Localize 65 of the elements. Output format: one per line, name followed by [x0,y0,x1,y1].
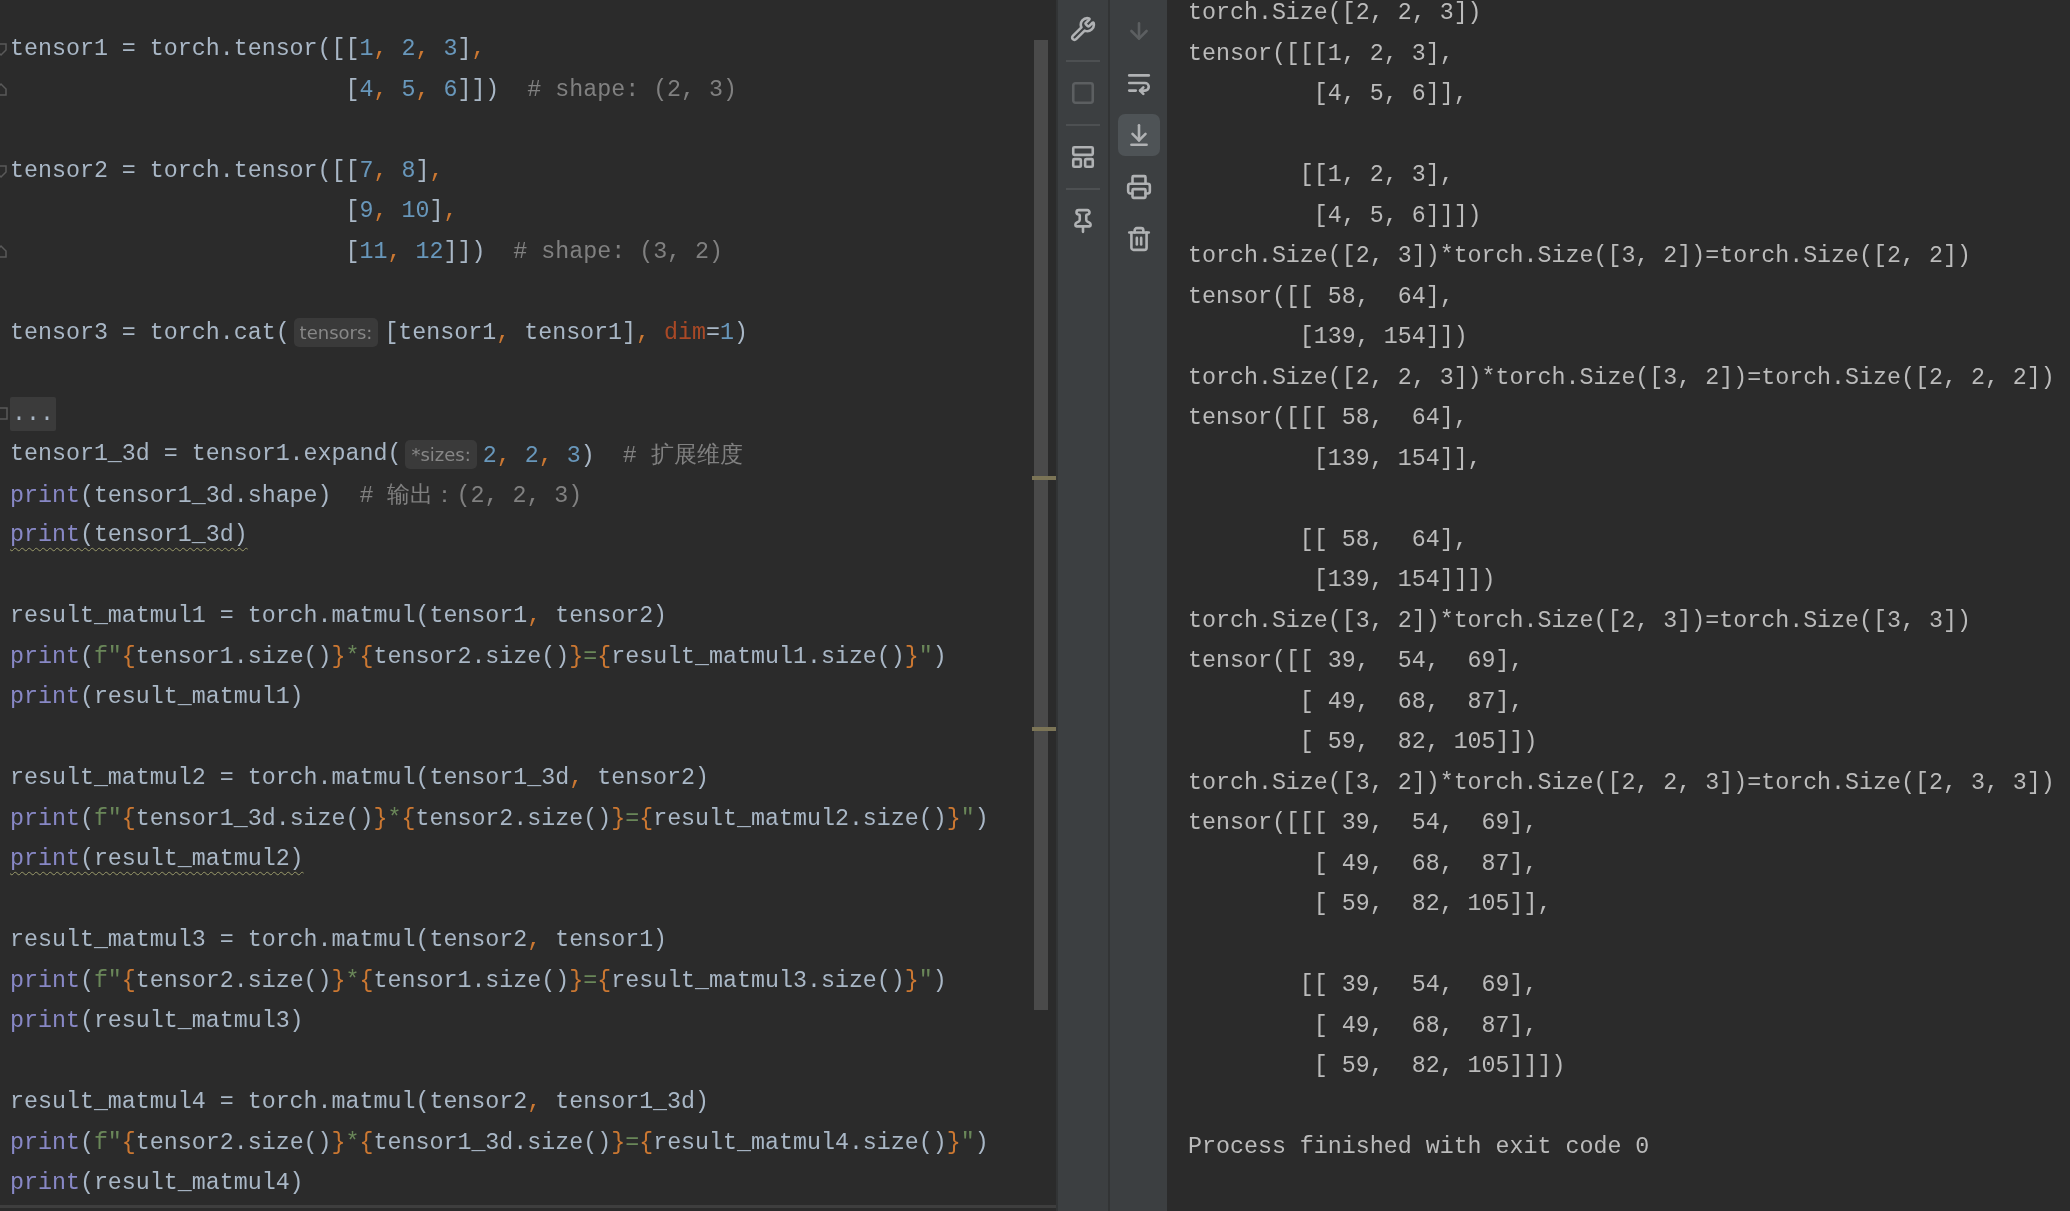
console-line: torch.Size([2, 2, 3]) [1188,0,1482,27]
folded-code-placeholder[interactable]: ... [10,396,56,431]
scroll-to-end-button[interactable] [1117,114,1160,156]
console-line: [[ 39, 54, 69], [1298,972,1538,999]
console-line: [139, 154]]) [1298,324,1468,351]
console-line: [[ 58, 64], [1298,526,1468,553]
code-text: print(result_matmul1) [10,684,304,711]
expand-icon[interactable] [0,406,10,421]
parameter-hint: *sizes: [405,439,477,469]
console-line: [[1, 2, 3], [1298,162,1454,189]
wrench-icon [1070,16,1097,42]
console-line: [139, 154]]]) [1312,567,1496,594]
code-text: [tensor1, tensor1], dim=1) [384,319,748,346]
code-text: result_matmul3 = torch.matmul(tensor2, tensor1) [10,927,668,954]
console-line: Process finished with exit code 0 [1188,1134,1650,1161]
code-text: print(f"{tensor2.size()}*{tensor1_3d.size()}={result_matmul4.size()}") [10,1129,989,1156]
code-text: tensor3 = torch.cat( [10,319,290,346]
fold-icon[interactable] [0,162,10,179]
fold-icon[interactable] [0,81,10,98]
console-line: [4, 5, 6]]]) [1312,202,1482,229]
code-text: print(f"{tensor1.size()}*{tensor2.size()}={result_matmul1.size()}") [10,643,947,670]
code-text: print(f"{tensor2.size()}*{tensor1.size()}={result_matmul3.size()}") [10,967,947,994]
console-line: tensor([[[ 39, 54, 69], [1188,810,1538,837]
code-text: print(tensor1_3d) [10,522,248,549]
layout-icon [1070,144,1097,170]
code-text: print(tensor1_3d.shape) # 输出：(2, 2, 3) [10,482,583,511]
console-line: [ 59, 82, 105]]]) [1312,1053,1566,1080]
code-text: [4, 5, 6]]) # shape: (2, 3) [344,76,738,103]
code-text: print(result_matmul2) [10,846,304,873]
console-line: [139, 154]], [1312,445,1482,472]
console-line: [ 59, 82, 105]]) [1298,729,1538,756]
trash-icon [1125,226,1152,252]
scrollbar-thumb[interactable] [1034,40,1048,1010]
code-text: result_matmul1 = torch.matmul(tensor1, tensor2) [10,603,668,630]
console-line: tensor([[ 58, 64], [1188,283,1454,310]
console-line: tensor([[[1, 2, 3], [1188,40,1454,67]
code-text: print(result_matmul4) [10,1170,304,1197]
warning-marker[interactable] [1032,476,1056,480]
code-text: [11, 12]]) # shape: (3, 2) [344,238,724,265]
code-text: result_matmul4 = torch.matmul(tensor2, tensor1_3d) [10,1089,710,1116]
fold-icon[interactable] [0,41,10,58]
console-line: [ 49, 68, 87], [1298,688,1524,715]
code-text: 2, 2, 3) # 扩展维度 [482,441,743,470]
code-text: print(f"{tensor1_3d.size()}*{tensor2.size()}={result_matmul2.size()}") [10,805,989,832]
console-line: [4, 5, 6]], [1312,81,1468,108]
console-line: torch.Size([3, 2])*torch.Size([2, 3])=torch.Size([3, 3]) [1188,607,1971,634]
warning-marker[interactable] [1032,727,1056,731]
console-line: torch.Size([3, 2])*torch.Size([2, 2, 3])=torch.Size([2, 3, 3]) [1188,769,2055,796]
code-text: result_matmul2 = torch.matmul(tensor1_3d, tensor2) [10,765,710,792]
square-icon [1070,80,1097,106]
parameter-hint: tensors: [293,318,379,348]
console-line: tensor([[[ 58, 64], [1188,405,1468,432]
code-text: [9, 10], [344,198,458,225]
console-line: torch.Size([2, 2, 3])*torch.Size([3, 2])=torch.Size([2, 2, 2]) [1188,364,2055,391]
fold-icon[interactable] [0,243,10,260]
code-text: tensor2 = torch.tensor([[7, 8], [10,157,444,184]
console-line: tensor([[ 39, 54, 69], [1188,648,1524,675]
console-line: torch.Size([2, 3])*torch.Size([3, 2])=torch.Size([2, 2]) [1188,243,1971,270]
console-line: [ 59, 82, 105]], [1312,891,1552,918]
console-line: [ 49, 68, 87], [1312,850,1538,877]
code-text: tensor1 = torch.tensor([[1, 2, 3], [10,36,486,63]
printer-icon [1125,174,1152,200]
code-text: print(result_matmul3) [10,1008,304,1035]
code-text: tensor1_3d = tensor1.expand( [10,441,402,468]
console-line: [ 49, 68, 87], [1312,1012,1538,1039]
